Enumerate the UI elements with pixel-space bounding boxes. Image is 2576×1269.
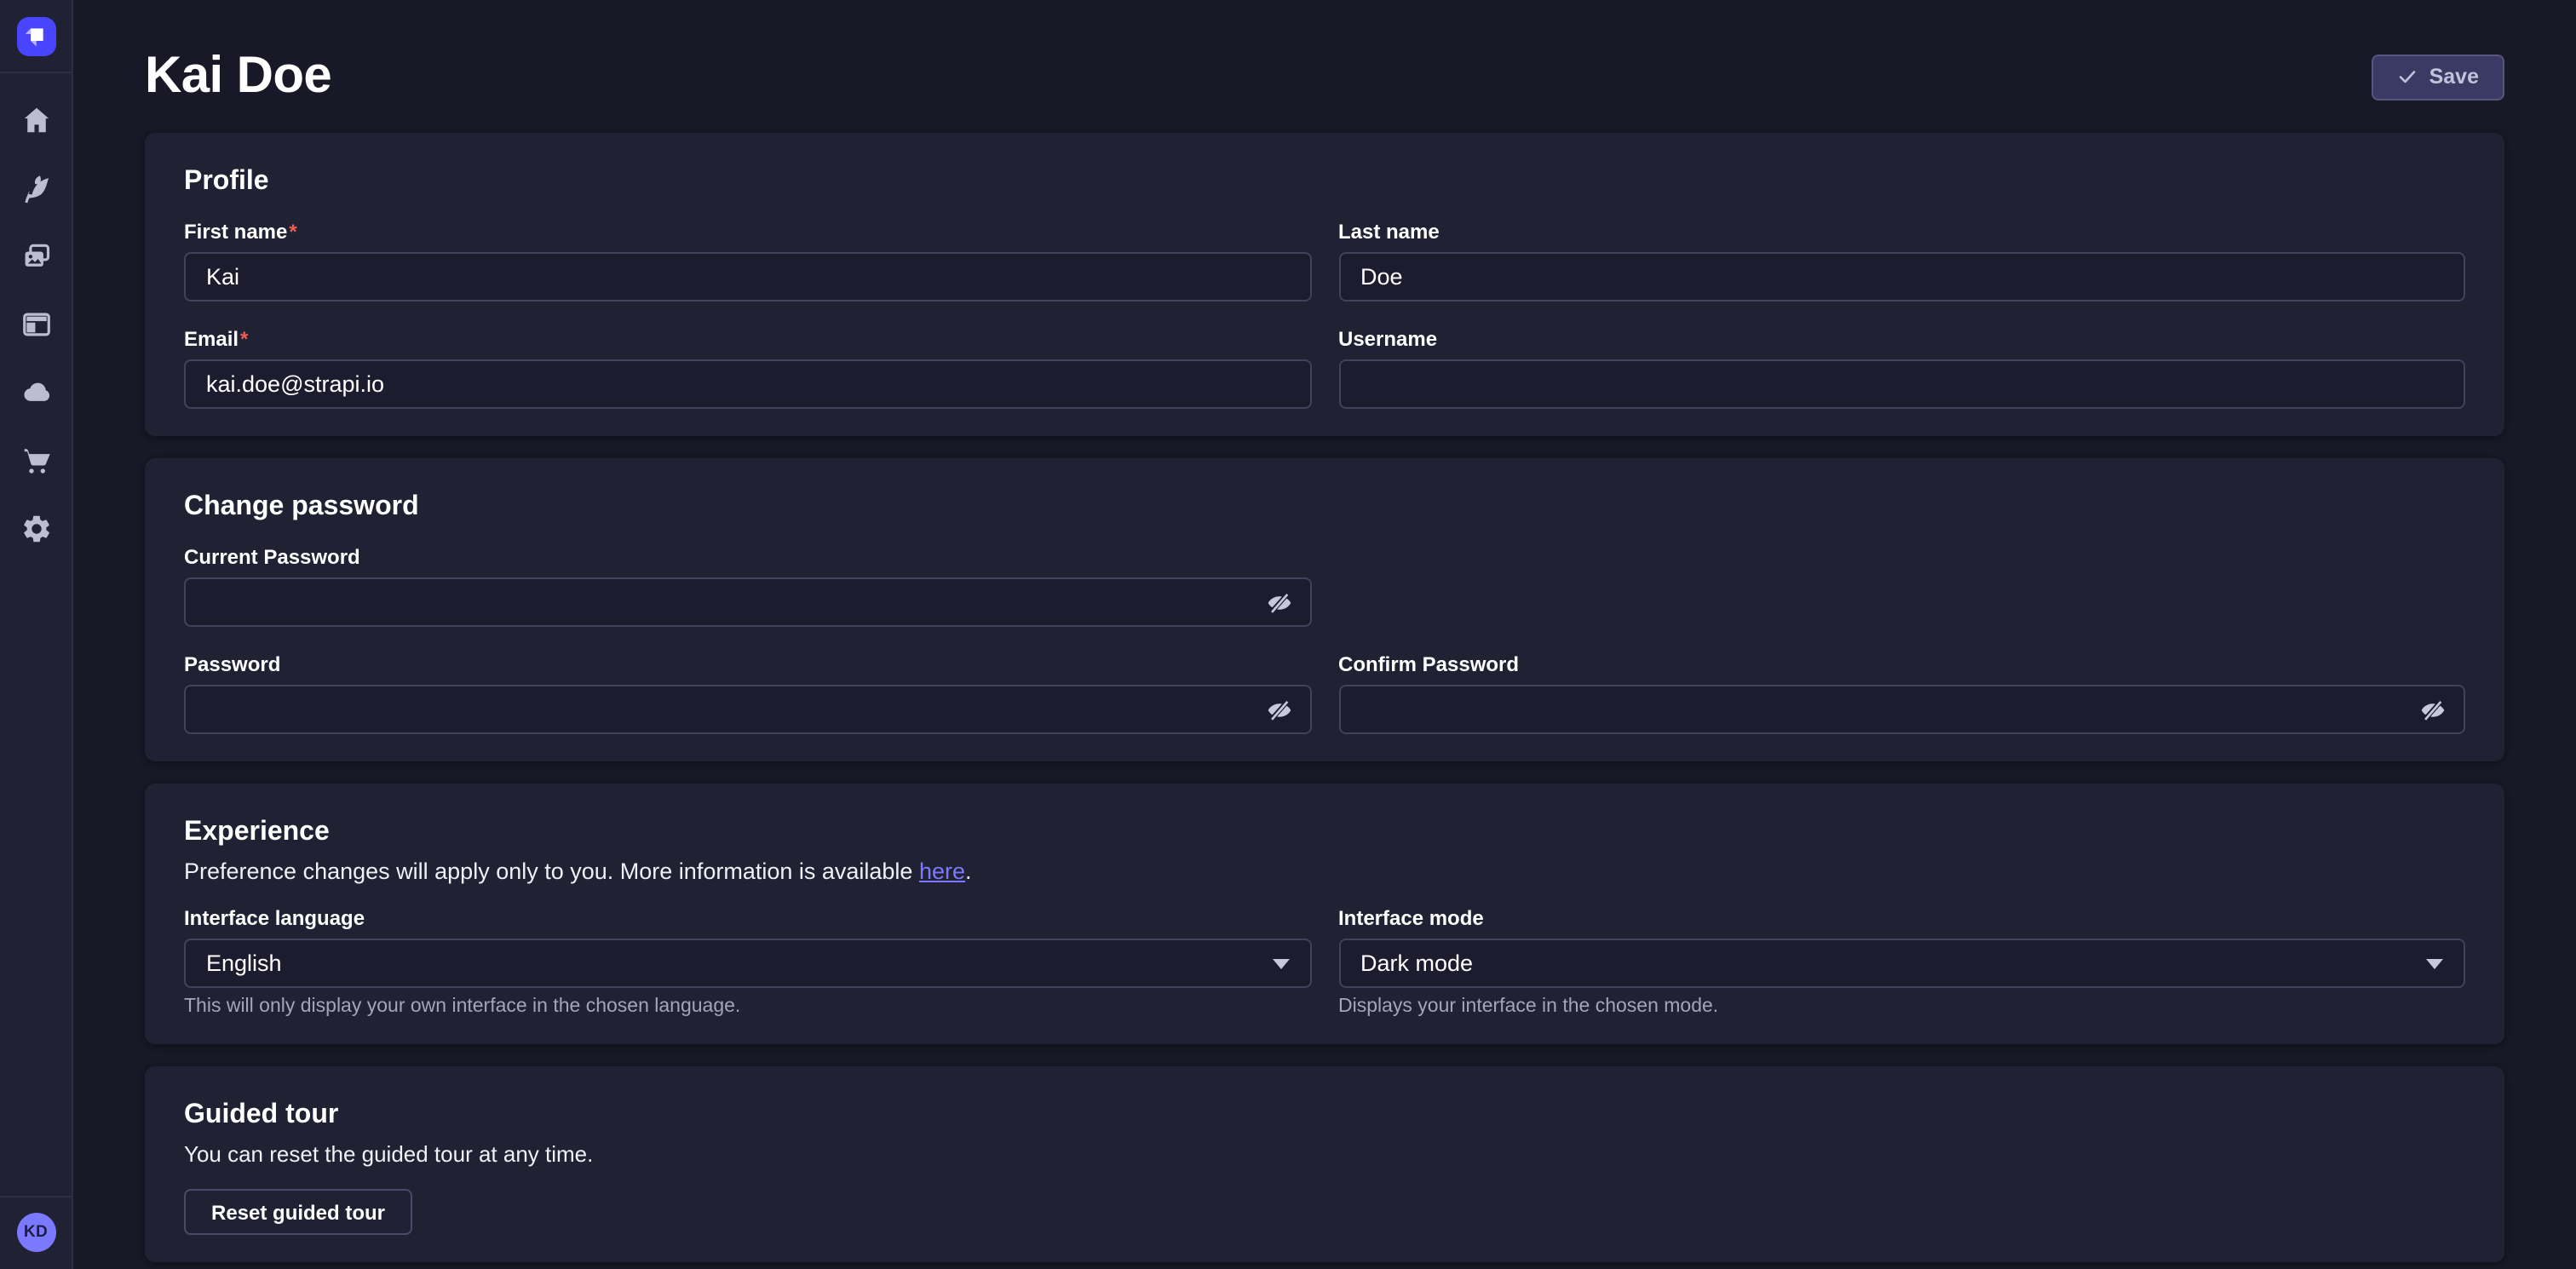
confirm-password-label: Confirm Password bbox=[1338, 652, 2465, 678]
interface-mode-field: Interface mode Dark mode Displays your i… bbox=[1338, 906, 2465, 1017]
eye-slash-icon bbox=[1265, 696, 1292, 723]
page-title: Kai Doe bbox=[145, 48, 331, 106]
interface-mode-select[interactable]: Dark mode bbox=[1338, 939, 2465, 988]
home-icon bbox=[20, 103, 52, 135]
profile-card: Profile First name* Last name E bbox=[145, 133, 2504, 436]
experience-section-title: Experience bbox=[184, 818, 2465, 848]
interface-language-field: Interface language English This will onl… bbox=[184, 906, 1311, 1017]
cards-container: Profile First name* Last name E bbox=[73, 133, 2576, 1262]
page-header: Kai Doe Save bbox=[73, 0, 2576, 133]
experience-description: Preference changes will apply only to yo… bbox=[184, 858, 2465, 884]
strapi-admin-app: KD Kai Doe Save Profile First name* bbox=[0, 0, 2576, 1269]
required-asterisk: * bbox=[289, 220, 296, 244]
media-library-icon bbox=[20, 239, 52, 272]
user-avatar[interactable]: KD bbox=[16, 1213, 55, 1252]
guided-tour-section-title: Guided tour bbox=[184, 1100, 2465, 1131]
profile-section-title: Profile bbox=[184, 167, 2465, 198]
logo-container bbox=[0, 0, 72, 73]
username-field: Username bbox=[1338, 327, 2465, 409]
required-asterisk: * bbox=[240, 327, 248, 351]
current-password-field: Current Password bbox=[184, 545, 1311, 627]
email-label: Email* bbox=[184, 327, 1311, 353]
toggle-password-visibility-button[interactable] bbox=[2416, 692, 2450, 726]
first-name-input[interactable] bbox=[184, 252, 1311, 301]
username-label: Username bbox=[1338, 327, 2465, 353]
last-name-field: Last name bbox=[1338, 220, 2465, 301]
layout-icon bbox=[20, 307, 52, 340]
cart-icon bbox=[20, 444, 52, 476]
username-input[interactable] bbox=[1338, 359, 2465, 409]
first-name-field: First name* bbox=[184, 220, 1311, 301]
confirm-password-input-wrap bbox=[1338, 685, 2465, 734]
toggle-password-visibility-button[interactable] bbox=[1262, 585, 1296, 619]
more-information-link[interactable]: here bbox=[919, 858, 965, 884]
guided-tour-description: You can reset the guided tour at any tim… bbox=[184, 1141, 2465, 1167]
interface-language-label: Interface language bbox=[184, 906, 1311, 932]
password-input-wrap bbox=[184, 685, 1311, 734]
current-password-label: Current Password bbox=[184, 545, 1311, 571]
gear-icon bbox=[20, 512, 52, 544]
eye-slash-icon bbox=[2419, 696, 2447, 723]
check-icon bbox=[2397, 66, 2418, 87]
interface-mode-value: Dark mode bbox=[1360, 950, 1473, 976]
password-field: Password bbox=[184, 652, 1311, 734]
sidebar-item-media-library[interactable] bbox=[14, 233, 58, 278]
interface-mode-hint: Displays your interface in the chosen mo… bbox=[1338, 996, 2465, 1017]
confirm-password-field: Confirm Password bbox=[1338, 652, 2465, 734]
reset-guided-tour-button[interactable]: Reset guided tour bbox=[184, 1189, 412, 1235]
last-name-label: Last name bbox=[1338, 220, 2465, 245]
save-button-label: Save bbox=[2429, 65, 2479, 89]
sidebar-item-content-manager[interactable] bbox=[14, 165, 58, 210]
save-button[interactable]: Save bbox=[2372, 54, 2504, 100]
strapi-logo-icon[interactable] bbox=[16, 17, 55, 56]
last-name-input[interactable] bbox=[1338, 252, 2465, 301]
feather-icon bbox=[20, 171, 52, 204]
cloud-icon bbox=[20, 376, 52, 408]
experience-fields-grid: Interface language English This will onl… bbox=[184, 906, 2465, 1017]
password-label: Password bbox=[184, 652, 1311, 678]
password-input[interactable] bbox=[184, 685, 1311, 734]
interface-language-hint: This will only display your own interfac… bbox=[184, 996, 1311, 1017]
sidebar-item-deploy[interactable] bbox=[14, 370, 58, 414]
chevron-down-icon bbox=[2426, 958, 2443, 968]
interface-language-select[interactable]: English bbox=[184, 939, 1311, 988]
experience-card: Experience Preference changes will apply… bbox=[145, 784, 2504, 1044]
sidebar-item-home[interactable] bbox=[14, 97, 58, 141]
first-name-label: First name* bbox=[184, 220, 1311, 245]
confirm-password-input[interactable] bbox=[1338, 685, 2465, 734]
email-field: Email* bbox=[184, 327, 1311, 409]
change-password-section-title: Change password bbox=[184, 492, 2465, 523]
email-input[interactable] bbox=[184, 359, 1311, 409]
main-content: Kai Doe Save Profile First name* bbox=[73, 0, 2576, 1269]
eye-slash-icon bbox=[1265, 589, 1292, 616]
current-password-input-wrap bbox=[184, 577, 1311, 627]
chevron-down-icon bbox=[1272, 958, 1289, 968]
guided-tour-card: Guided tour You can reset the guided tou… bbox=[145, 1066, 2504, 1262]
sidebar-footer: KD bbox=[0, 1196, 72, 1269]
sidebar: KD bbox=[0, 0, 73, 1269]
profile-fields-grid: First name* Last name Email* bbox=[184, 220, 2465, 409]
sidebar-nav bbox=[14, 73, 58, 550]
sidebar-item-settings[interactable] bbox=[14, 506, 58, 550]
sidebar-item-content-type-builder[interactable] bbox=[14, 301, 58, 346]
toggle-password-visibility-button[interactable] bbox=[1262, 692, 1296, 726]
grid-spacer bbox=[1338, 545, 2465, 627]
change-password-fields-grid: Current Password bbox=[184, 545, 2465, 734]
change-password-card: Change password Current Password bbox=[145, 458, 2504, 761]
interface-mode-label: Interface mode bbox=[1338, 906, 2465, 932]
sidebar-item-marketplace[interactable] bbox=[14, 438, 58, 482]
interface-language-value: English bbox=[206, 950, 282, 976]
current-password-input[interactable] bbox=[184, 577, 1311, 627]
